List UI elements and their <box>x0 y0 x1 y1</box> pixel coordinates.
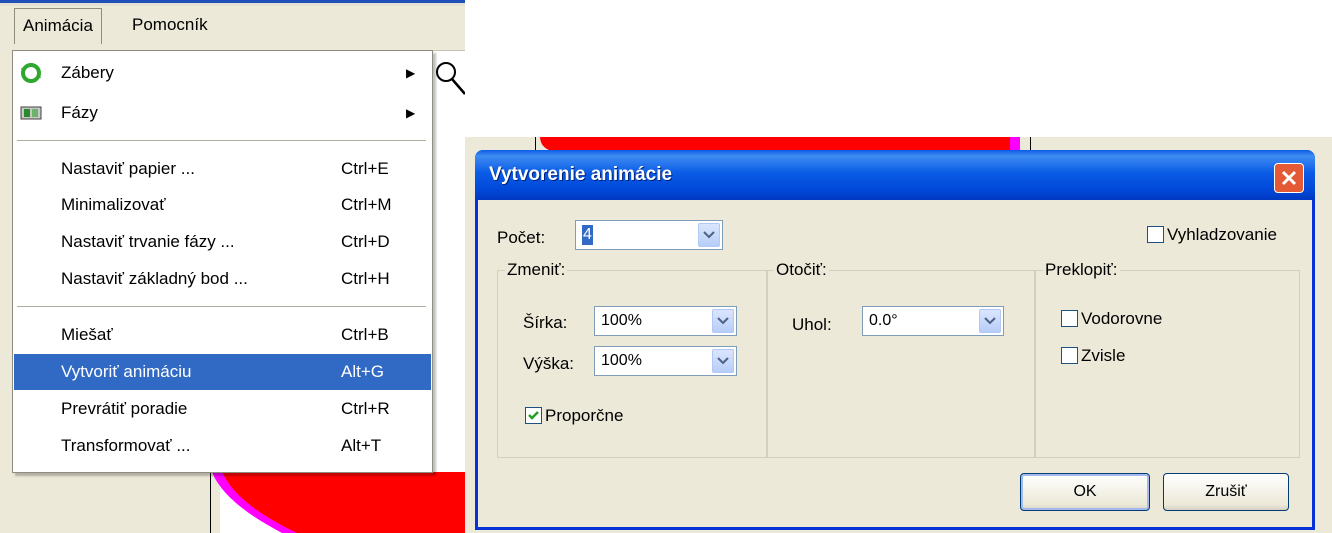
canvas-shape-outline <box>1010 137 1020 151</box>
width-select[interactable]: 100% <box>594 306 737 336</box>
flip-group-title: Preklopiť: <box>1043 260 1120 280</box>
menu-animacia[interactable]: Animácia <box>14 8 102 44</box>
change-group-title: Zmeniť: <box>505 260 568 280</box>
film-strip-icon <box>20 106 42 120</box>
canvas-border <box>210 470 211 533</box>
count-select[interactable]: 4 <box>575 220 723 250</box>
menu-item-shortcut: Ctrl+E <box>341 159 389 178</box>
canvas-border <box>1030 137 1031 151</box>
rotate-group-title: Otočiť: <box>774 260 829 280</box>
canvas-border <box>535 137 536 151</box>
flip-horizontal-label: Vodorovne <box>1081 309 1163 328</box>
menu-item-prevratit-poradie[interactable]: Prevrátiť poradie Ctrl+R <box>14 391 431 427</box>
chevron-down-icon[interactable] <box>712 309 734 333</box>
animation-menu: Zábery ▶ Fázy ▶ Nastaviť papier ... Ctrl… <box>12 50 433 473</box>
count-label: Počet: <box>497 228 546 247</box>
menu-item-shortcut: Alt+G <box>341 362 384 381</box>
menu-separator <box>17 140 426 142</box>
angle-label: Uhol: <box>792 315 832 334</box>
menu-item-label: Minimalizovať <box>61 195 166 214</box>
angle-select[interactable]: 0.0° <box>862 306 1004 336</box>
ok-button[interactable]: OK <box>1020 473 1150 511</box>
menu-item-fazy[interactable]: Fázy ▶ <box>14 95 431 131</box>
menu-item-shortcut: Ctrl+H <box>341 269 390 288</box>
smoothing-checkbox[interactable] <box>1147 226 1164 243</box>
menu-item-nastavit-papier[interactable]: Nastaviť papier ... Ctrl+E <box>14 151 431 187</box>
width-label: Šírka: <box>523 313 568 332</box>
menu-item-label: Nastaviť základný bod ... <box>61 269 248 288</box>
menu-item-label: Prevrátiť poradie <box>61 399 188 418</box>
dialog-title: Vytvorenie animácie <box>489 164 673 185</box>
menu-item-shortcut: Ctrl+R <box>341 399 390 418</box>
height-value: 100% <box>601 352 642 369</box>
chevron-down-icon[interactable] <box>712 349 734 373</box>
flip-vertical-checkbox[interactable] <box>1061 347 1078 364</box>
chevron-down-icon[interactable] <box>979 309 1001 333</box>
close-button[interactable] <box>1274 163 1304 193</box>
count-value: 4 <box>582 225 593 245</box>
canvas-shape-left <box>212 472 466 533</box>
angle-value: 0.0° <box>869 312 898 329</box>
menu-item-transformovat[interactable]: Transformovať ... Alt+T <box>14 428 431 464</box>
submenu-arrow-icon: ▶ <box>406 66 416 80</box>
menu-item-label: Transformovať ... <box>61 436 191 455</box>
menu-item-shortcut: Alt+T <box>341 436 382 455</box>
menu-item-shortcut: Ctrl+M <box>341 195 392 214</box>
menu-item-zakladny-bod[interactable]: Nastaviť základný bod ... Ctrl+H <box>14 261 431 297</box>
rotate-group <box>767 270 1035 458</box>
width-value: 100% <box>601 312 642 329</box>
flip-horizontal-checkbox[interactable] <box>1061 310 1078 327</box>
menu-item-vytvorit-animaciu[interactable]: Vytvoriť animáciu Alt+G <box>14 354 431 390</box>
flip-vertical-label: Zvisle <box>1081 346 1126 365</box>
menu-item-trvanie-fazy[interactable]: Nastaviť trvanie fázy ... Ctrl+D <box>14 224 431 260</box>
canvas-shape-top <box>540 137 1020 151</box>
chevron-down-icon[interactable] <box>698 223 720 247</box>
cancel-button[interactable]: Zrušiť <box>1163 473 1289 511</box>
menu-item-shortcut: Ctrl+B <box>341 325 389 344</box>
checkmark-icon <box>528 411 539 420</box>
menu-pomocnik[interactable]: Pomocník <box>124 8 216 42</box>
menu-item-label: Nastaviť papier ... <box>61 159 195 178</box>
menu-separator <box>17 306 426 308</box>
menu-item-label: Zábery <box>61 63 114 82</box>
menu-item-zabery[interactable]: Zábery ▶ <box>14 55 431 91</box>
height-select[interactable]: 100% <box>594 346 737 376</box>
menu-item-miesat[interactable]: Miešať Ctrl+B <box>14 317 431 353</box>
proportional-checkbox[interactable] <box>525 407 542 424</box>
submenu-arrow-icon: ▶ <box>406 106 416 120</box>
smoothing-label: Vyhladzovanie <box>1167 225 1277 244</box>
close-icon <box>1281 170 1297 186</box>
menu-item-label: Nastaviť trvanie fázy ... <box>61 232 235 251</box>
canvas-top-area <box>465 0 1332 137</box>
menu-item-shortcut: Ctrl+D <box>341 232 390 251</box>
flip-group <box>1035 270 1300 458</box>
menu-item-label: Vytvoriť animáciu <box>61 362 192 381</box>
menu-item-label: Miešať <box>61 325 113 344</box>
recycle-arrows-icon <box>21 63 41 83</box>
menu-item-label: Fázy <box>61 103 98 122</box>
magnifier-icon[interactable] <box>432 56 468 104</box>
proportional-label: Proporčne <box>545 406 624 425</box>
menu-item-minimalizovat[interactable]: Minimalizovať Ctrl+M <box>14 187 431 223</box>
height-label: Výška: <box>523 354 575 373</box>
